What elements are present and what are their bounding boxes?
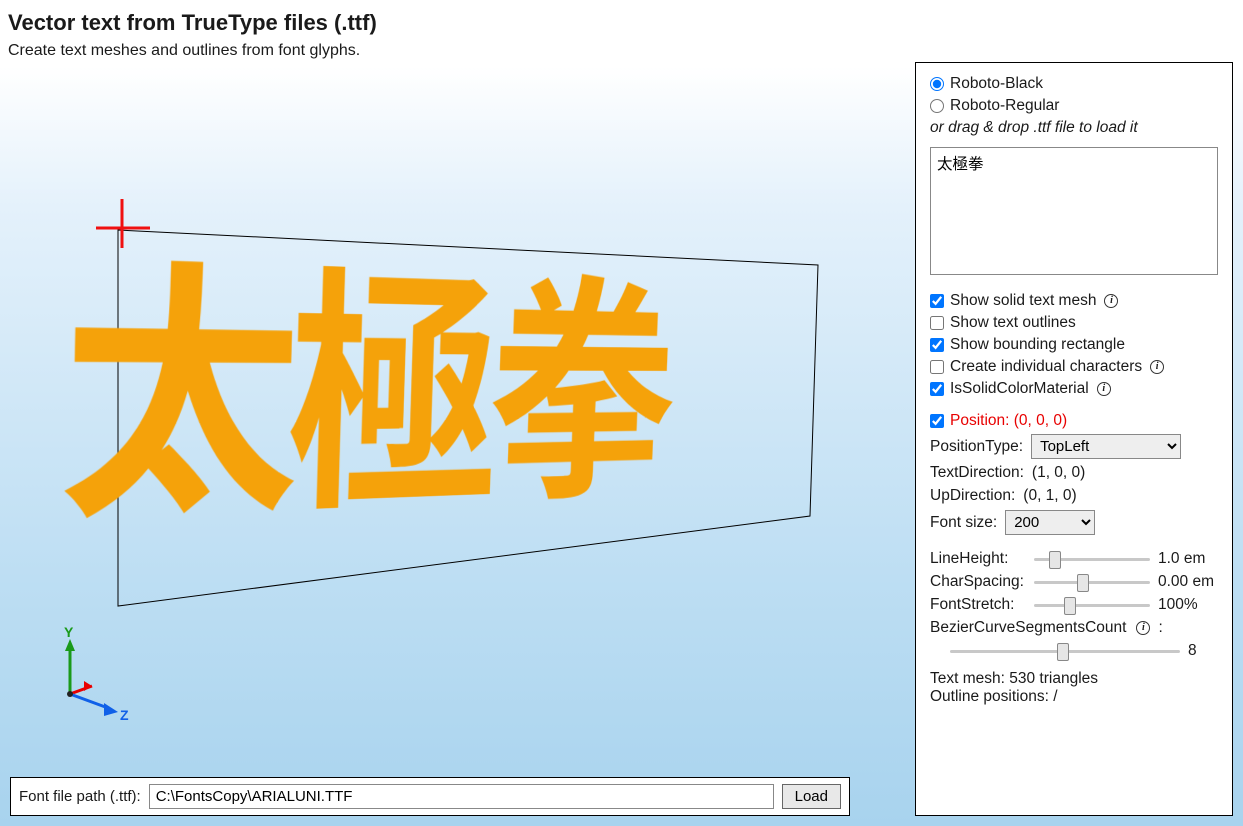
info-icon[interactable]	[1104, 294, 1118, 308]
bezier-row: 8	[930, 642, 1218, 660]
settings-panel: Roboto-Black Roboto-Regular or drag & dr…	[915, 62, 1233, 816]
text-direction-row: TextDirection: (1, 0, 0)	[930, 464, 1218, 482]
char-spacing-slider[interactable]	[1034, 573, 1150, 591]
check-individual-chars[interactable]: Create individual characters	[930, 358, 1218, 376]
info-icon[interactable]	[1136, 621, 1150, 635]
font-stretch-row: FontStretch: 100%	[930, 596, 1218, 614]
check-bounding-rect[interactable]: Show bounding rectangle	[930, 336, 1218, 354]
font-label: Roboto-Black	[950, 75, 1043, 93]
bezier-label-row: BezierCurveSegmentsCount :	[930, 619, 1218, 637]
font-size-select[interactable]: 200	[1005, 510, 1095, 535]
page-subtitle: Create text meshes and outlines from fon…	[8, 42, 1235, 60]
position-type-select[interactable]: TopLeft	[1031, 434, 1181, 459]
page-title: Vector text from TrueType files (.ttf)	[8, 10, 1235, 36]
line-height-row: LineHeight: 1.0 em	[930, 550, 1218, 568]
stat-outline: Outline positions: /	[930, 688, 1218, 706]
position-type-row: PositionType: TopLeft	[930, 434, 1218, 459]
load-button[interactable]: Load	[782, 784, 841, 809]
check-solid-color-material[interactable]: IsSolidColorMaterial	[930, 380, 1218, 398]
font-path-label: Font file path (.ttf):	[19, 788, 141, 805]
check-outlines[interactable]: Show text outlines	[930, 314, 1218, 332]
font-path-bar: Font file path (.ttf): Load	[10, 777, 850, 816]
up-direction-row: UpDirection: (0, 1, 0)	[930, 487, 1218, 505]
check-position[interactable]: Position: (0, 0, 0)	[930, 412, 1218, 430]
font-radio-roboto-black[interactable]: Roboto-Black	[930, 75, 1218, 93]
info-icon[interactable]	[1150, 360, 1164, 374]
text-input[interactable]: 太極拳	[930, 147, 1218, 275]
stat-mesh: Text mesh: 530 triangles	[930, 670, 1218, 688]
font-stretch-slider[interactable]	[1034, 596, 1150, 614]
font-label: Roboto-Regular	[950, 97, 1059, 115]
font-path-input[interactable]	[149, 784, 774, 809]
line-height-slider[interactable]	[1034, 550, 1150, 568]
char-spacing-row: CharSpacing: 0.00 em	[930, 573, 1218, 591]
check-solid-mesh[interactable]: Show solid text mesh	[930, 292, 1218, 310]
axis-y-label: Y	[64, 624, 74, 640]
bezier-slider[interactable]	[950, 642, 1180, 660]
info-icon[interactable]	[1097, 382, 1111, 396]
rendered-text: 太極拳	[56, 169, 740, 575]
drag-drop-hint: or drag & drop .ttf file to load it	[930, 119, 1218, 137]
font-size-row: Font size: 200	[930, 510, 1218, 535]
font-radio-roboto-regular[interactable]: Roboto-Regular	[930, 97, 1218, 115]
axis-z-label: Z	[120, 707, 129, 723]
viewport-3d[interactable]: 太極拳 Y Z	[0, 70, 910, 760]
